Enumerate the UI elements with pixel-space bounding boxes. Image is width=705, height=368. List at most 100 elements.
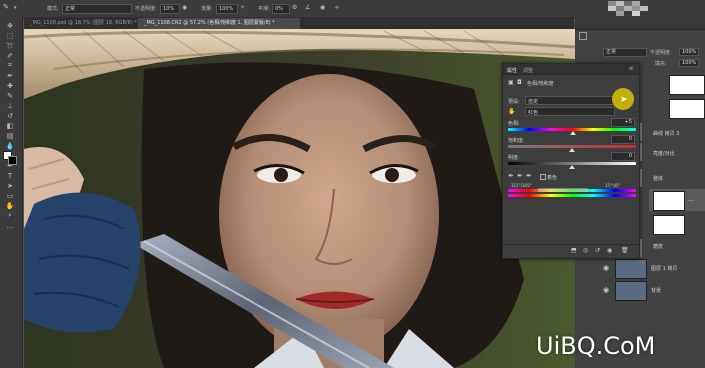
clone-stamp-tool-icon[interactable]: ⊥	[3, 101, 17, 110]
blend-mode-select[interactable]: 正常	[603, 48, 647, 57]
shape-tool-icon[interactable]: ▭	[3, 191, 17, 200]
pressure-size-icon[interactable]: ◉	[320, 4, 325, 11]
layer-name: 曲线 拷贝 3	[653, 131, 680, 137]
healing-brush-tool-icon[interactable]: ✚	[3, 81, 17, 90]
preset-value: 自定	[528, 99, 539, 105]
smooth-label: 平滑:	[258, 6, 270, 12]
layer-mask-thumbnail	[669, 99, 705, 119]
layer-mask-thumbnail	[653, 191, 685, 211]
tab-document-psd[interactable]: _MG_1108.psd @ 18.7% (图层 18, RGB/8) *	[24, 18, 137, 29]
tools-panel: ✥ ⬚ ➰ ✐ ⌗ ✒ ✚ ✎ ⊥ ↺ ◧ ▤ 💧 ● ✒ T ➤ ▭ ✋ ⌕ …	[0, 17, 23, 368]
hue-slider-thumb[interactable]	[570, 131, 577, 135]
blur-tool-icon[interactable]: 💧	[3, 141, 17, 150]
panel-title: 色相/饱和度	[527, 81, 554, 87]
brush-tool-icon[interactable]: ✎	[3, 91, 17, 100]
layer-mask-thumbnail	[653, 215, 685, 235]
color-range-bar-bottom	[508, 194, 636, 197]
colorize-checkbox[interactable]	[540, 174, 546, 180]
brush-preset-icon[interactable]: ✎	[3, 3, 9, 11]
gradient-tool-icon[interactable]: ▤	[3, 131, 17, 140]
targeted-adjust-icon[interactable]: ✋	[508, 108, 515, 115]
layer-row[interactable]: ◉ 图层 1 拷贝	[575, 257, 705, 279]
layer-name: 背景	[651, 288, 662, 294]
layer-opacity-input[interactable]: 100%	[679, 48, 700, 56]
flow-input[interactable]: 100%	[216, 4, 238, 14]
more-tools-icon[interactable]: …	[3, 221, 17, 230]
visibility-eye-icon[interactable]: ◉	[607, 247, 612, 254]
layer-name: 图层 1 拷贝	[651, 266, 678, 272]
channel-value: 红色	[528, 110, 539, 116]
crop-tool-icon[interactable]: ⌗	[3, 61, 17, 70]
eraser-tool-icon[interactable]: ◧	[3, 121, 17, 130]
angle-icon[interactable]: ∠	[305, 4, 310, 11]
path-select-tool-icon[interactable]: ➤	[3, 181, 17, 190]
eyedropper-plus-icon[interactable]: ✒	[517, 172, 523, 180]
tab-adjustments[interactable]: 调整	[523, 67, 533, 74]
visibility-eye-icon[interactable]: ◉	[603, 286, 609, 294]
portrait-photo	[24, 29, 575, 368]
hand-tool-icon[interactable]: ✋	[3, 201, 17, 210]
document-canvas[interactable]	[24, 29, 575, 368]
saturation-slider-thumb[interactable]	[569, 148, 575, 152]
mode-label: 模式:	[47, 6, 59, 12]
preset-select[interactable]: 自定	[525, 96, 615, 105]
layer-photo-thumbnail	[615, 281, 647, 301]
mode-select[interactable]: 正常	[62, 4, 132, 14]
saturation-label: 饱和度:	[508, 138, 525, 144]
view-previous-icon[interactable]: ◎	[583, 247, 588, 254]
smooth-input[interactable]: 0%	[272, 4, 290, 14]
saturation-input[interactable]: 0	[611, 135, 635, 144]
gear-icon[interactable]: ⚙	[292, 4, 297, 11]
hue-label: 色相:	[508, 121, 520, 127]
zoom-tool-icon[interactable]: ⌕	[3, 211, 17, 220]
mask-icon[interactable]: ◘	[517, 79, 522, 86]
eyedropper-icon[interactable]: ✒	[508, 172, 514, 180]
pressure-opacity-icon[interactable]: ◉	[182, 4, 187, 11]
layer-opacity-label: 不透明度:	[650, 50, 672, 56]
layer-row[interactable]: ◉ 背景	[575, 279, 705, 301]
range-right-readout: 15°\45°	[605, 183, 621, 188]
airbrush-icon[interactable]: ✧	[240, 4, 245, 11]
layer-mask-thumbnail	[669, 75, 705, 95]
layer-fill-input[interactable]: 100%	[679, 59, 700, 67]
layer-name: 磨皮	[653, 244, 664, 250]
eyedropper-minus-icon[interactable]: ✒	[526, 172, 532, 180]
hue-input[interactable]: +5	[611, 118, 635, 127]
visibility-eye-icon[interactable]: ◉	[603, 264, 609, 272]
more-icon[interactable]: …	[687, 195, 694, 203]
lightness-input[interactable]: 0	[611, 152, 635, 161]
quick-select-tool-icon[interactable]: ✐	[3, 51, 17, 60]
adjustment-layer-icon: ▣	[508, 79, 514, 86]
tab-properties[interactable]: 属性	[507, 67, 517, 74]
move-tool-icon[interactable]: ✥	[3, 21, 17, 30]
pixelated-block	[608, 1, 648, 16]
lightness-slider-thumb[interactable]	[569, 165, 575, 169]
tab-label: _MG_1108.psd @ 18.7% (图层 18, RGB/8) *	[30, 20, 137, 26]
watermark: UiBQ.CoM	[536, 332, 656, 360]
tab-document-cr2[interactable]: _MG_1108.CR2 @ 57.2% (色相/饱和度 1, 图层蒙版/8) …	[138, 18, 300, 29]
layer-photo-thumbnail	[615, 259, 647, 279]
delete-icon[interactable]: 🗑	[621, 247, 629, 254]
clip-to-layer-icon[interactable]: ⬒	[571, 247, 577, 254]
mouse-pointer-icon: ➤	[620, 95, 628, 105]
opacity-label: 不透明度:	[135, 6, 157, 12]
symmetry-icon[interactable]: ⟡	[335, 4, 339, 12]
lightness-label: 明度:	[508, 155, 520, 161]
dropdown-chevron-icon[interactable]: ▾	[14, 5, 17, 11]
lasso-tool-icon[interactable]: ➰	[3, 41, 17, 50]
color-range-selector[interactable]	[538, 188, 588, 192]
layer-fill-label: 填充:	[655, 61, 667, 67]
marquee-tool-icon[interactable]: ⬚	[3, 31, 17, 40]
reset-icon[interactable]: ↺	[595, 247, 600, 254]
eyedropper-tool-icon[interactable]: ✒	[3, 71, 17, 80]
colorize-label: 着色	[547, 175, 558, 181]
panel-menu-icon[interactable]: ≡	[629, 66, 633, 72]
layer-filter-icon[interactable]	[579, 32, 587, 40]
history-brush-tool-icon[interactable]: ↺	[3, 111, 17, 120]
preset-label: 预设:	[508, 99, 520, 105]
background-color-swatch[interactable]	[8, 156, 17, 165]
opacity-input[interactable]: 10%	[160, 4, 180, 14]
tab-label: _MG_1108.CR2 @ 57.2% (色相/饱和度 1, 图层蒙版/8) …	[144, 20, 275, 26]
channel-select[interactable]: 红色	[525, 107, 615, 116]
type-tool-icon[interactable]: T	[3, 171, 17, 180]
